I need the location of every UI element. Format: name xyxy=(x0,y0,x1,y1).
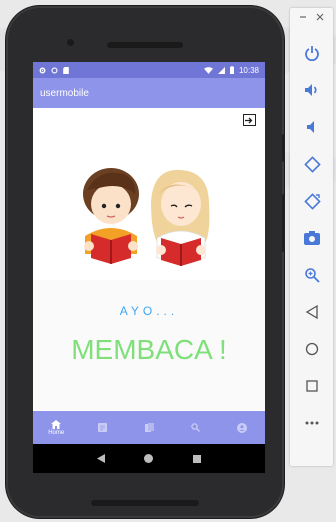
phone-frame: 10:38 usermobile AYO... MEMBACA ! Home xyxy=(6,6,285,518)
bottom-navigation: Home xyxy=(33,411,265,444)
nav-home-label: Home xyxy=(48,429,65,436)
close-icon[interactable] xyxy=(316,13,324,21)
circle-icon xyxy=(51,66,58,74)
account-icon xyxy=(236,422,247,433)
nav-home[interactable]: Home xyxy=(33,411,79,444)
top-speaker xyxy=(107,42,183,48)
power-icon xyxy=(305,46,319,61)
volume-down-icon xyxy=(307,121,314,133)
back-button[interactable] xyxy=(301,301,323,323)
list-icon xyxy=(98,423,108,432)
app-title: usermobile xyxy=(40,87,89,99)
home-nav-icon[interactable] xyxy=(144,454,154,463)
rotate-left-icon xyxy=(303,155,321,173)
signal-icon xyxy=(217,66,225,74)
more-button[interactable] xyxy=(301,412,323,434)
membaca-headline: MEMBACA ! xyxy=(71,334,227,365)
overview-button[interactable] xyxy=(301,375,323,397)
toolbar-window-controls xyxy=(290,8,333,28)
system-navigation-bar xyxy=(33,444,265,473)
more-icon xyxy=(305,421,319,425)
reading-kids-illustration xyxy=(83,168,210,266)
battery-icon xyxy=(229,66,234,74)
recents-nav-icon[interactable] xyxy=(193,454,202,463)
ayo-text: AYO... xyxy=(119,304,179,318)
zoom-button[interactable] xyxy=(301,264,323,286)
rotate-right-icon xyxy=(303,192,321,210)
zoom-icon xyxy=(305,268,320,283)
status-bar: 10:38 xyxy=(33,62,265,78)
volume-down-button[interactable] xyxy=(301,116,323,138)
overview-icon xyxy=(306,380,318,392)
wifi-icon xyxy=(203,66,213,74)
nav-books[interactable] xyxy=(126,411,172,444)
emulator-toolbar xyxy=(290,8,333,466)
books-icon xyxy=(144,423,154,432)
status-time: 10:38 xyxy=(238,65,259,75)
girl-figure xyxy=(151,169,210,266)
sd-card-icon xyxy=(63,66,69,74)
nav-list[interactable] xyxy=(79,411,125,444)
volume-up-icon xyxy=(305,84,317,96)
power-side-button[interactable] xyxy=(282,134,285,162)
rotate-left-button[interactable] xyxy=(301,153,323,175)
boy-figure xyxy=(83,168,139,264)
screenshot-button[interactable] xyxy=(301,227,323,249)
rotate-right-button[interactable] xyxy=(301,190,323,212)
back-nav-icon[interactable] xyxy=(96,454,105,463)
volume-side-button[interactable] xyxy=(282,194,285,252)
home-icon xyxy=(51,419,62,429)
front-camera xyxy=(67,39,74,46)
device-screen: 10:38 usermobile AYO... MEMBACA ! Home xyxy=(33,62,265,473)
bottom-speaker xyxy=(91,500,199,506)
logout-icon[interactable] xyxy=(243,114,256,126)
volume-up-button[interactable] xyxy=(301,79,323,101)
back-icon xyxy=(305,305,318,319)
settings-icon xyxy=(39,67,46,73)
home-button[interactable] xyxy=(301,338,323,360)
nav-search[interactable] xyxy=(172,411,218,444)
nav-account[interactable] xyxy=(219,411,265,444)
search-icon xyxy=(191,423,200,432)
app-bar: usermobile xyxy=(33,78,265,108)
minimize-icon[interactable] xyxy=(299,13,307,21)
home-circle-icon xyxy=(305,342,319,356)
camera-icon xyxy=(304,231,320,245)
power-button[interactable] xyxy=(301,42,323,64)
